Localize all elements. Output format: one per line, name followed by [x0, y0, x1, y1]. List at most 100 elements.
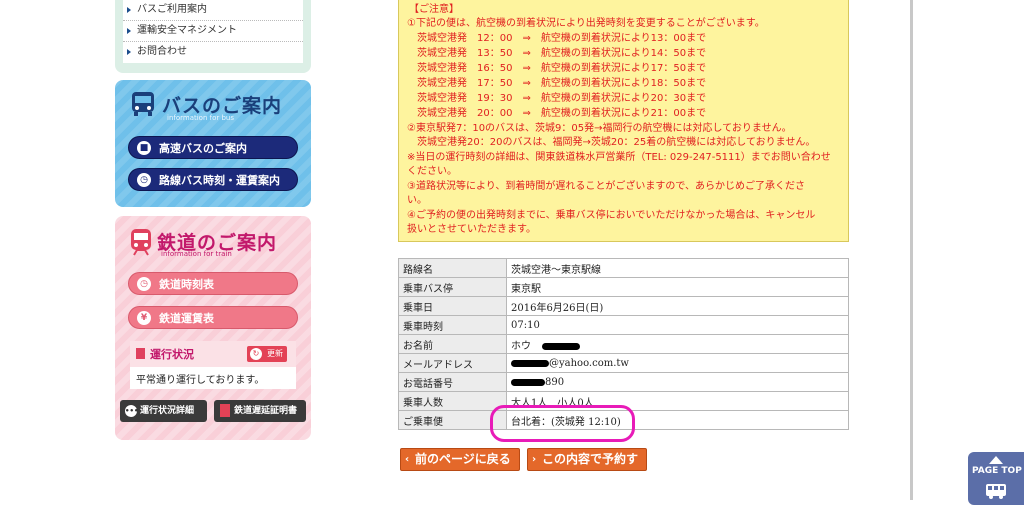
service-status-text: 平常通り運行しております。: [136, 375, 265, 386]
express-bus-button[interactable]: ■ 高速バスのご案内: [128, 136, 298, 159]
document-icon: [220, 404, 230, 417]
table-row: 乗車バス停 東京駅: [398, 277, 849, 297]
sidebar-link-label: バスご利用案内: [137, 4, 207, 15]
chevron-right-icon: ›: [532, 454, 537, 465]
row-label-email: メールアドレス: [398, 353, 507, 373]
bus-icon: ■: [137, 141, 151, 155]
table-row: 乗車時刻 07:10: [398, 315, 849, 335]
redaction-mark: [511, 359, 549, 367]
reservation-summary-table: 路線名 茨城空港〜東京駅線 乗車バス停 東京駅 乗車日 2016年6月26日(日…: [398, 258, 849, 430]
notice-line: ③道路状況等により、到着時間が遅れることがございますので、あらかじめご了承くださ: [407, 181, 805, 192]
train-icon: [131, 229, 151, 256]
triangle-bullet-icon: [127, 49, 131, 55]
content-divider: [910, 0, 913, 500]
row-label-route: 路線名: [398, 258, 507, 278]
more-dots-icon: •••: [125, 405, 139, 417]
yen-icon: ¥: [137, 311, 151, 325]
table-row: 乗車日 2016年6月26日(日): [398, 296, 849, 316]
row-value-email-cell: @yahoo.com.tw: [506, 353, 849, 373]
notice-line: ①下記の便は、航空機の到着状況により出発時刻を変更することがございます。: [407, 18, 765, 29]
row-label-passengers: 乗車人数: [398, 391, 507, 411]
train-fare-button[interactable]: ¥ 鉄道運賃表: [128, 306, 298, 329]
bus-info-panel: バスのご案内 information for bus ■ 高速バスのご案内 ◷ …: [115, 80, 311, 207]
notice-line: ※当日の運行時刻の詳細は、関東鉄道株水戸営業所（TEL: 029-247-511…: [407, 152, 831, 163]
row-value-bus-stop: 東京駅: [506, 277, 849, 297]
clock-icon: ◷: [137, 173, 151, 187]
row-label-phone: お電話番号: [398, 372, 507, 392]
confirm-reservation-button[interactable]: › この内容で予約する: [527, 448, 647, 487]
triangle-bullet-icon: [127, 7, 131, 13]
row-value-date: 2016年6月26日(日): [506, 296, 849, 316]
table-row: お電話番号 890: [398, 372, 849, 392]
page-top-label: PAGE TOP: [972, 466, 1022, 476]
service-status-detail-button[interactable]: ••• 運行状況詳細: [120, 400, 207, 422]
notice-line: 茨城空港発 16：50 ⇒ 航空機の到着状況により17：50まで: [407, 63, 707, 74]
caution-heading: 【ご注意】: [409, 4, 459, 15]
service-status-title: 運行状況: [150, 348, 194, 361]
train-section-subtitle: information for train: [161, 250, 232, 258]
status-refresh-label: 更新: [267, 349, 283, 358]
page-top-button[interactable]: PAGE TOP: [968, 452, 1024, 505]
row-value-name: ホウ: [511, 340, 531, 352]
notice-line: ください。: [407, 166, 457, 177]
sidebar-link-safety-management[interactable]: 運輸安全マネジメント: [123, 21, 303, 42]
chevron-left-icon: ‹: [405, 454, 410, 465]
notice-line: 茨城空港発 19：30 ⇒ 航空機の到着状況により20：30まで: [407, 93, 707, 104]
redaction-mark: [511, 378, 545, 386]
notice-line: 茨城空港発 13：50 ⇒ 航空機の到着状況により14：50まで: [407, 48, 707, 59]
delay-certificate-button[interactable]: 鉄道遅延証明書: [214, 400, 306, 422]
row-label-time: 乗車時刻: [398, 315, 507, 335]
service-status-panel: 運行状況 ↻ 更新 平常通り運行しております。: [130, 341, 296, 389]
notice-line: 茨城空港発20：20のバスは、福岡発→茨城20：25着の航空機には対応しておりま…: [407, 137, 816, 148]
status-marker-icon: [136, 348, 145, 359]
row-value-phone-cell: 890: [506, 372, 849, 392]
sidebar-links-panel: バスご利用案内 運輸安全マネジメント お問合わせ: [115, 0, 311, 73]
confirm-reservation-label: この内容で予約する: [542, 452, 639, 487]
row-value-route: 茨城空港〜東京駅線: [506, 258, 849, 278]
table-row: お名前 ホウ: [398, 334, 849, 354]
express-bus-label: 高速バスのご案内: [159, 142, 247, 155]
page: バスご利用案内 運輸安全マネジメント お問合わせ バスのご案内 informat…: [0, 0, 1024, 513]
bus-icon: [132, 92, 154, 116]
notice-line: 茨城空港発 17：50 ⇒ 航空機の到着状況により18：50まで: [407, 78, 707, 89]
row-label-name: お名前: [398, 334, 507, 354]
highlight-annotation: [490, 405, 635, 442]
row-label-date: 乗車日: [398, 296, 507, 316]
bus-icon: [986, 484, 1006, 499]
delay-certificate-label: 鉄道遅延証明書: [234, 406, 298, 416]
back-button[interactable]: ‹ 前のページに戻る: [400, 448, 520, 471]
sidebar-links-list: バスご利用案内 運輸安全マネジメント お問合わせ: [123, 0, 303, 63]
train-fare-label: 鉄道運賃表: [159, 312, 214, 325]
notice-line: 茨城空港発 20：00 ⇒ 航空機の到着状況により21：00まで: [407, 108, 707, 119]
redaction-mark: [542, 342, 581, 350]
caution-notice: 【ご注意】 ①下記の便は、航空機の到着状況により出発時刻を変更することがございま…: [398, 0, 849, 242]
service-status-detail-label: 運行状況詳細: [140, 406, 195, 416]
row-value-name-cell: ホウ: [506, 334, 849, 354]
table-row: メールアドレス @yahoo.com.tw: [398, 353, 849, 373]
back-button-label: 前のページに戻る: [415, 452, 511, 466]
sidebar-link-label: 運輸安全マネジメント: [137, 25, 237, 36]
row-label-bus-stop: 乗車バス停: [398, 277, 507, 297]
bus-section-subtitle: information for bus: [167, 114, 235, 122]
sidebar-link-bus-guide[interactable]: バスご利用案内: [123, 0, 303, 21]
notice-line: い。: [407, 195, 427, 206]
notice-line: 扱いとさせていただきます。: [407, 224, 536, 235]
triangle-bullet-icon: [127, 28, 131, 34]
notice-line: 茨城空港発 12：00 ⇒ 航空機の到着状況により13：00まで: [407, 33, 707, 44]
status-refresh-button[interactable]: ↻ 更新: [247, 346, 287, 362]
row-value-time: 07:10: [506, 315, 849, 335]
refresh-icon: ↻: [250, 348, 262, 360]
notice-line: ②東京駅発7：10のバスは、茨城9：05発→福岡行の航空機には対応しておりません…: [407, 123, 792, 134]
row-value-email: @yahoo.com.tw: [549, 357, 629, 369]
service-status-header: 運行状況 ↻ 更新: [130, 341, 296, 367]
route-bus-timetable-button[interactable]: ◷ 路線バス時刻・運賃案内: [128, 168, 298, 191]
train-timetable-label: 鉄道時刻表: [159, 278, 214, 291]
train-timetable-button[interactable]: ◷ 鉄道時刻表: [128, 272, 298, 295]
table-row: 路線名 茨城空港〜東京駅線: [398, 258, 849, 278]
route-bus-timetable-label: 路線バス時刻・運賃案内: [159, 174, 280, 187]
clock-icon: ◷: [137, 277, 151, 291]
sidebar-link-contact[interactable]: お問合わせ: [123, 42, 303, 63]
notice-line: ④ご予約の便の出発時刻までに、乗車バス停においでいただけなかった場合は、キャンセ…: [407, 210, 816, 221]
arrow-up-icon: [989, 456, 1003, 464]
train-info-panel: 鉄道のご案内 information for train ◷ 鉄道時刻表 ¥ 鉄…: [115, 216, 311, 440]
